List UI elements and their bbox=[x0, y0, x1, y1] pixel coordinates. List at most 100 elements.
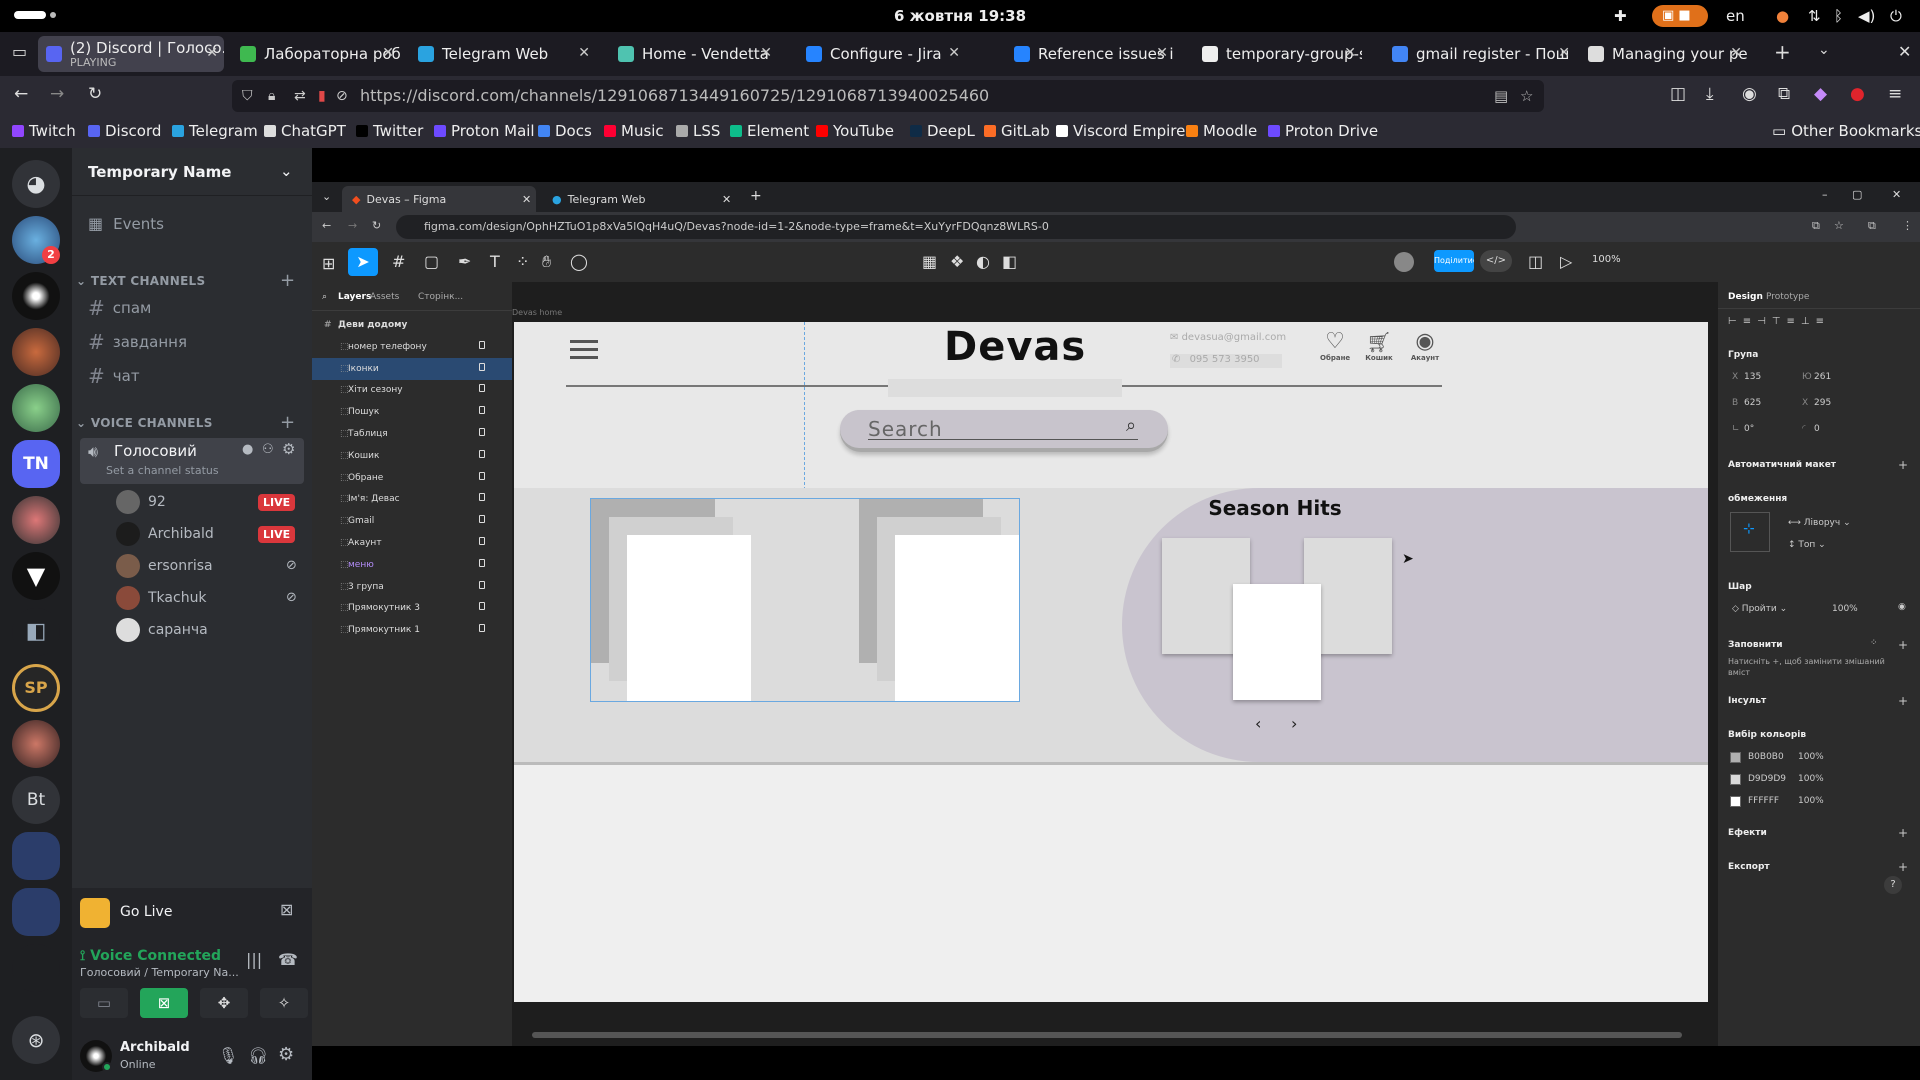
close-tab-icon[interactable]: ✕ bbox=[722, 193, 731, 206]
reload-icon[interactable]: ↻ bbox=[88, 84, 102, 104]
bookmark-item[interactable]: Discord bbox=[88, 122, 161, 140]
avatar[interactable] bbox=[1394, 252, 1414, 272]
lock-icon[interactable] bbox=[479, 428, 485, 436]
favorites-nav[interactable]: ♡ Обране bbox=[1320, 330, 1350, 363]
season-hits-title[interactable]: Season Hits bbox=[1162, 496, 1388, 520]
telegram-tab[interactable]: ● Telegram Web ✕ bbox=[542, 186, 736, 212]
help-icon[interactable]: ? bbox=[1884, 876, 1902, 894]
noise-suppression-icon[interactable]: ||| bbox=[246, 950, 262, 969]
prototype-tab[interactable]: Prototype bbox=[1766, 292, 1809, 302]
layer-item[interactable]: ⬚ Прямокутник 1 bbox=[312, 619, 512, 641]
layer-item[interactable]: ⬚ Ім'я: Девас bbox=[312, 488, 512, 510]
server-icon[interactable] bbox=[12, 720, 60, 768]
color-opacity[interactable]: 100% bbox=[1798, 752, 1824, 762]
discord-home-icon[interactable]: ◕ bbox=[12, 160, 60, 208]
extension-icon[interactable]: ✚ bbox=[1614, 7, 1627, 25]
comment-tool-icon[interactable]: ◯ bbox=[570, 252, 588, 271]
reload-icon[interactable]: ↻ bbox=[372, 219, 381, 232]
present-icon[interactable]: ▷ bbox=[1560, 252, 1572, 271]
url-field[interactable]: figma.com/design/OphHZTuO1p8xVa5lQqH4uQ/… bbox=[396, 215, 1516, 239]
layer-item[interactable]: ⬚ Пошук bbox=[312, 401, 512, 423]
eye-icon[interactable]: ◉ bbox=[1898, 602, 1906, 612]
close-tab-icon[interactable]: ✕ bbox=[1730, 45, 1742, 61]
maximize-icon[interactable]: ▢ bbox=[1852, 188, 1862, 201]
styles-icon[interactable]: ⁘ bbox=[1870, 638, 1878, 648]
height-field[interactable]: 295 bbox=[1814, 398, 1831, 408]
text-channel-0[interactable]: # спам bbox=[88, 296, 151, 320]
layers-tab[interactable]: Layers bbox=[338, 292, 371, 302]
lock-icon[interactable]: 🔒︎ bbox=[268, 80, 275, 112]
color-swatch[interactable] bbox=[1730, 752, 1741, 763]
bookmark-item[interactable]: Telegram bbox=[172, 122, 258, 140]
browser-tab[interactable]: Лабораторна робот✕ bbox=[232, 36, 400, 72]
new-tab-icon[interactable]: + bbox=[750, 188, 762, 204]
y-field[interactable]: 261 bbox=[1814, 372, 1831, 382]
keyboard-layout[interactable]: en bbox=[1726, 7, 1745, 25]
add-channel-icon[interactable]: + bbox=[280, 270, 295, 291]
constraint-widget[interactable]: ⊹ bbox=[1730, 512, 1770, 552]
addon-icon[interactable]: ◆ bbox=[1814, 84, 1827, 104]
screen-share-indicator[interactable]: ▣ ■ bbox=[1652, 5, 1708, 27]
text-channel-2[interactable]: # чат bbox=[88, 364, 140, 388]
alignment-tools[interactable]: ⊢≡⊣⊤≡⊥≡ bbox=[1728, 316, 1908, 327]
soundboard-button[interactable]: ✧ bbox=[260, 988, 308, 1018]
layer-item[interactable]: ⬚ Таблиця bbox=[312, 423, 512, 445]
activities-button[interactable]: ✥ bbox=[200, 988, 248, 1018]
account-icon[interactable]: ◉ bbox=[1742, 84, 1757, 104]
opacity-field[interactable]: 100% bbox=[1832, 604, 1858, 614]
extensions-icon[interactable]: ⧉ bbox=[1868, 219, 1876, 233]
group-label[interactable]: Група bbox=[1728, 350, 1758, 360]
bookmark-item[interactable]: Proton Drive bbox=[1268, 122, 1378, 140]
go-live-label[interactable]: Go Live bbox=[120, 904, 172, 920]
lock-icon[interactable] bbox=[479, 515, 485, 524]
email-contact[interactable]: ✉ devasua@gmail.com bbox=[1170, 332, 1286, 343]
component-icon[interactable]: ❖ bbox=[950, 252, 964, 271]
bookmark-item[interactable]: Music bbox=[604, 122, 664, 140]
extensions-icon[interactable]: ⧉ bbox=[1778, 84, 1790, 104]
minimize-icon[interactable]: – bbox=[1822, 188, 1828, 201]
bookmark-item[interactable]: Proton Mail bbox=[434, 122, 535, 140]
add-icon[interactable]: + bbox=[1898, 826, 1908, 840]
url-bar[interactable]: ⛉ 🔒︎ ⇄ ▮ ⊘ https://discord.com/channels/… bbox=[232, 80, 1544, 112]
voice-user[interactable]: Tkachuk bbox=[116, 584, 312, 612]
voice-user[interactable]: саранча bbox=[116, 616, 312, 644]
browser-tab[interactable]: Configure - Jira ✕ bbox=[798, 36, 966, 72]
pocket-icon[interactable]: ◫ bbox=[1670, 84, 1686, 104]
phone-contact[interactable]: ✆ 095 573 3950 bbox=[1170, 354, 1282, 368]
system-clock[interactable]: 6 жовтня 19:38 bbox=[0, 7, 1920, 25]
shape-tool-icon[interactable]: ▢ bbox=[424, 252, 439, 271]
server-icon-tn[interactable]: TN bbox=[12, 440, 60, 488]
browser-tab[interactable]: Home - Vendetta ✕ bbox=[610, 36, 778, 72]
server-folder[interactable] bbox=[12, 832, 60, 880]
bookmark-item[interactable]: LSS bbox=[676, 122, 720, 140]
color-hex[interactable]: FFFFFF bbox=[1748, 796, 1779, 806]
server-icon[interactable] bbox=[12, 384, 60, 432]
server-icon-bt[interactable]: Bt bbox=[12, 776, 60, 824]
tracking-shield-icon[interactable]: ⛉ bbox=[242, 80, 253, 112]
lock-icon[interactable] bbox=[479, 602, 485, 611]
add-icon[interactable]: + bbox=[1898, 458, 1908, 472]
settings-gear-icon[interactable]: ⚙ bbox=[282, 440, 295, 458]
close-tab-icon[interactable]: ✕ bbox=[578, 45, 590, 61]
layer-item[interactable]: ⬚ меню bbox=[312, 554, 512, 576]
header-rect[interactable] bbox=[888, 379, 1122, 397]
close-tab-icon[interactable]: ✕ bbox=[522, 193, 531, 206]
close-tab-icon[interactable]: ✕ bbox=[1344, 45, 1356, 61]
discover-icon[interactable]: ⊛ bbox=[12, 1016, 60, 1064]
bookmark-item[interactable]: Element bbox=[730, 122, 809, 140]
server-icon-sp[interactable]: SP bbox=[12, 664, 60, 712]
lock-icon[interactable] bbox=[479, 340, 485, 349]
layer-item[interactable]: ⬚ Хіти сезону bbox=[312, 379, 512, 401]
network-icon[interactable]: ⇅ bbox=[1808, 7, 1821, 25]
lock-icon[interactable] bbox=[479, 406, 485, 415]
product-card-front[interactable] bbox=[627, 535, 751, 701]
bookmark-item[interactable]: Viscord Empire bbox=[1056, 122, 1185, 140]
bookmark-item[interactable]: DeepL bbox=[910, 122, 975, 140]
browser-tab[interactable]: Telegram Web ✕ bbox=[410, 36, 596, 72]
add-icon[interactable]: + bbox=[1898, 694, 1908, 708]
width-field[interactable]: 625 bbox=[1744, 398, 1761, 408]
close-tab-icon[interactable]: ✕ bbox=[948, 45, 960, 61]
bookmark-item[interactable]: ChatGPT bbox=[264, 122, 346, 140]
rotation-field[interactable]: 0° bbox=[1744, 424, 1754, 434]
layer-item[interactable]: ⬚ 3 група bbox=[312, 576, 512, 598]
